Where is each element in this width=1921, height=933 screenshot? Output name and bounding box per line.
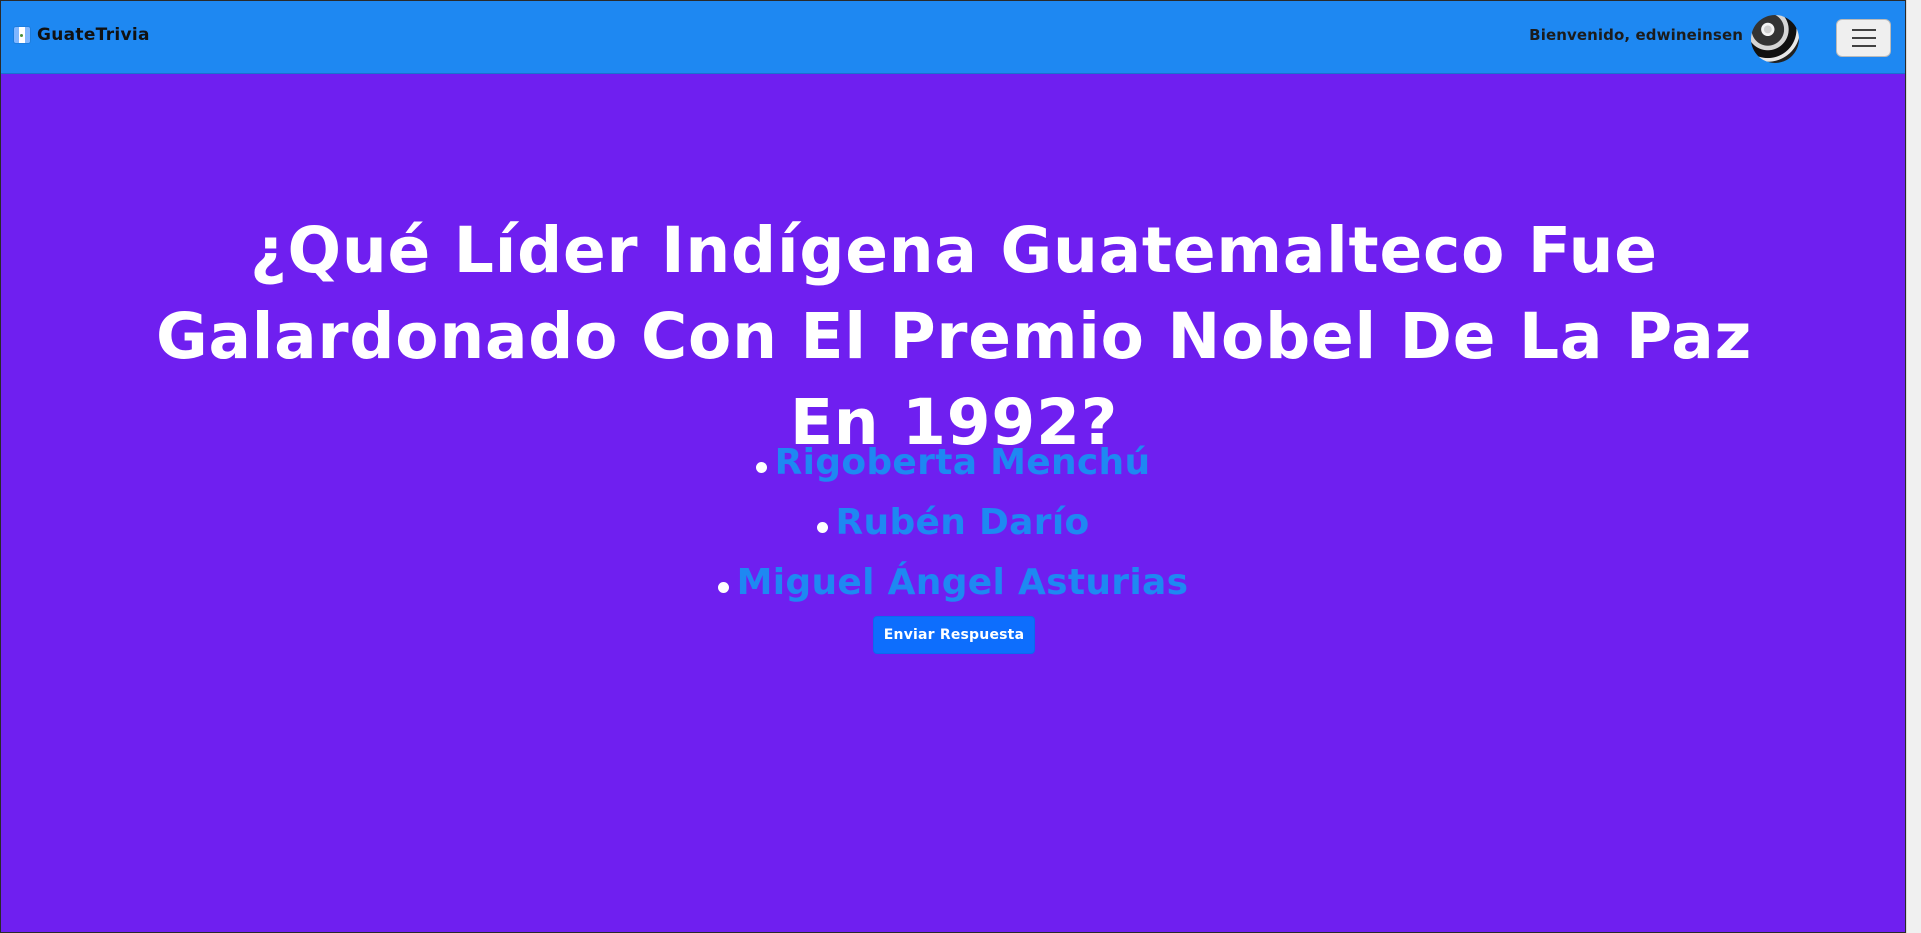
- answer-label: Miguel Ángel Asturias: [736, 561, 1189, 603]
- brand-name: GuateTrivia: [37, 25, 150, 45]
- submit-answer-button[interactable]: Enviar Respuesta: [873, 616, 1035, 654]
- trivia-content: ¿Qué líder indígena guatemalteco fue gal…: [1, 74, 1905, 932]
- navbar-menu-button[interactable]: [1836, 19, 1891, 57]
- answer-option[interactable]: Rigoberta Menchú: [1, 432, 1905, 492]
- user-avatar[interactable]: [1751, 15, 1799, 63]
- hamburger-menu-icon: [1851, 29, 1876, 31]
- brand-link[interactable]: GuateTrivia: [14, 25, 150, 45]
- answer-list: Rigoberta Menchú Rubén Darío Miguel Ánge…: [1, 432, 1905, 612]
- answer-label: Rubén Darío: [835, 501, 1090, 543]
- welcome-message: Bienvenido, edwineinsen: [1529, 26, 1743, 44]
- answer-option[interactable]: Miguel Ángel Asturias: [1, 552, 1905, 612]
- vertical-scrollbar[interactable]: [1906, 0, 1921, 933]
- app-frame: GuateTrivia Bienvenido, edwineinsen ¿Qué…: [0, 0, 1906, 933]
- answer-label: Rigoberta Menchú: [774, 441, 1151, 483]
- browser-page: GuateTrivia Bienvenido, edwineinsen ¿Qué…: [0, 0, 1921, 933]
- top-navbar: GuateTrivia Bienvenido, edwineinsen: [1, 1, 1905, 74]
- answer-option[interactable]: Rubén Darío: [1, 492, 1905, 552]
- hamburger-menu-icon: [1851, 45, 1876, 47]
- bullet-icon: [755, 461, 767, 473]
- bullet-icon: [816, 521, 828, 533]
- bullet-icon: [717, 581, 729, 593]
- guatemala-flag-icon: [14, 27, 30, 43]
- question-title: ¿Qué líder indígena guatemalteco fue gal…: [155, 214, 1753, 460]
- hamburger-menu-icon: [1851, 37, 1876, 39]
